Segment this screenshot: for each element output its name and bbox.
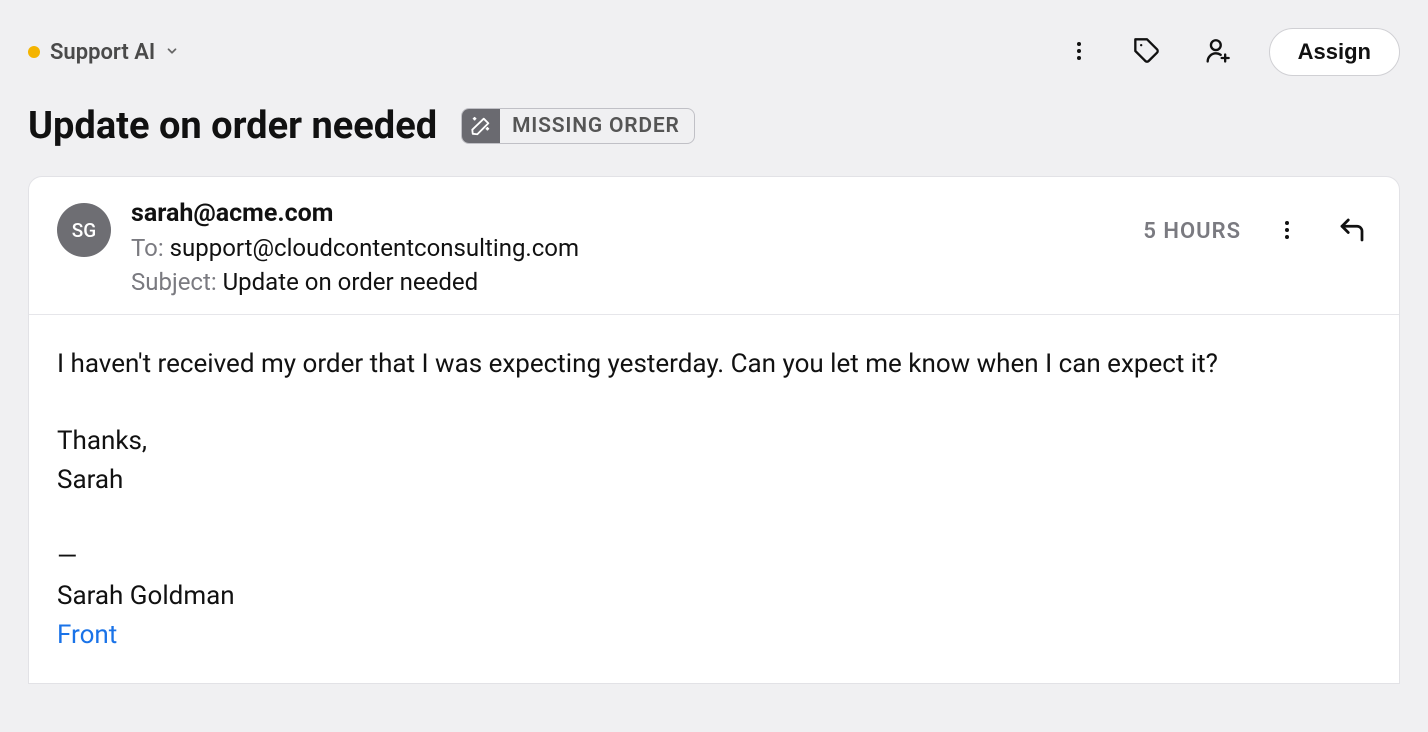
to-line: To: support@cloudcontentconsulting.com <box>131 234 579 262</box>
assign-button[interactable]: Assign <box>1269 28 1400 76</box>
signature-name: Sarah Goldman <box>57 577 1371 616</box>
to-value: support@cloudcontentconsulting.com <box>170 234 579 262</box>
channel-selector[interactable]: Support AI <box>28 40 179 65</box>
status-dot-icon <box>28 46 40 58</box>
to-label: To: <box>131 234 164 262</box>
vertical-dots-icon <box>1067 39 1091 66</box>
tag-button[interactable] <box>1129 33 1165 72</box>
subject-label: Subject: <box>131 268 217 296</box>
message-card: SG sarah@acme.com To: support@cloudconte… <box>28 176 1400 684</box>
channel-name: Support AI <box>50 40 155 65</box>
from-email: sarah@acme.com <box>131 199 579 228</box>
subject-line: Subject: Update on order needed <box>131 268 579 296</box>
more-options-button[interactable] <box>1063 35 1095 70</box>
conversation-title: Update on order needed <box>28 104 437 148</box>
signature-dash: — <box>57 538 1371 577</box>
body-name: Sarah <box>57 461 1371 500</box>
vertical-dots-icon <box>1275 218 1299 245</box>
magic-wand-icon <box>462 109 500 143</box>
reply-button[interactable] <box>1333 211 1371 252</box>
message-more-button[interactable] <box>1271 214 1303 249</box>
avatar: SG <box>57 203 111 257</box>
tag-icon <box>1133 37 1161 68</box>
reply-icon <box>1337 215 1367 248</box>
person-add-icon <box>1203 37 1231 68</box>
body-thanks: Thanks, <box>57 422 1371 461</box>
chevron-down-icon <box>165 43 179 62</box>
tag-chip-label: MISSING ORDER <box>500 110 694 142</box>
tag-chip[interactable]: MISSING ORDER <box>461 108 695 144</box>
signature-link[interactable]: Front <box>57 620 117 650</box>
add-participant-button[interactable] <box>1199 33 1235 72</box>
timestamp: 5 HOURS <box>1143 219 1241 244</box>
subject-value: Update on order needed <box>223 268 479 296</box>
message-body: I haven't received my order that I was e… <box>29 315 1399 683</box>
body-line: I haven't received my order that I was e… <box>57 345 1371 384</box>
